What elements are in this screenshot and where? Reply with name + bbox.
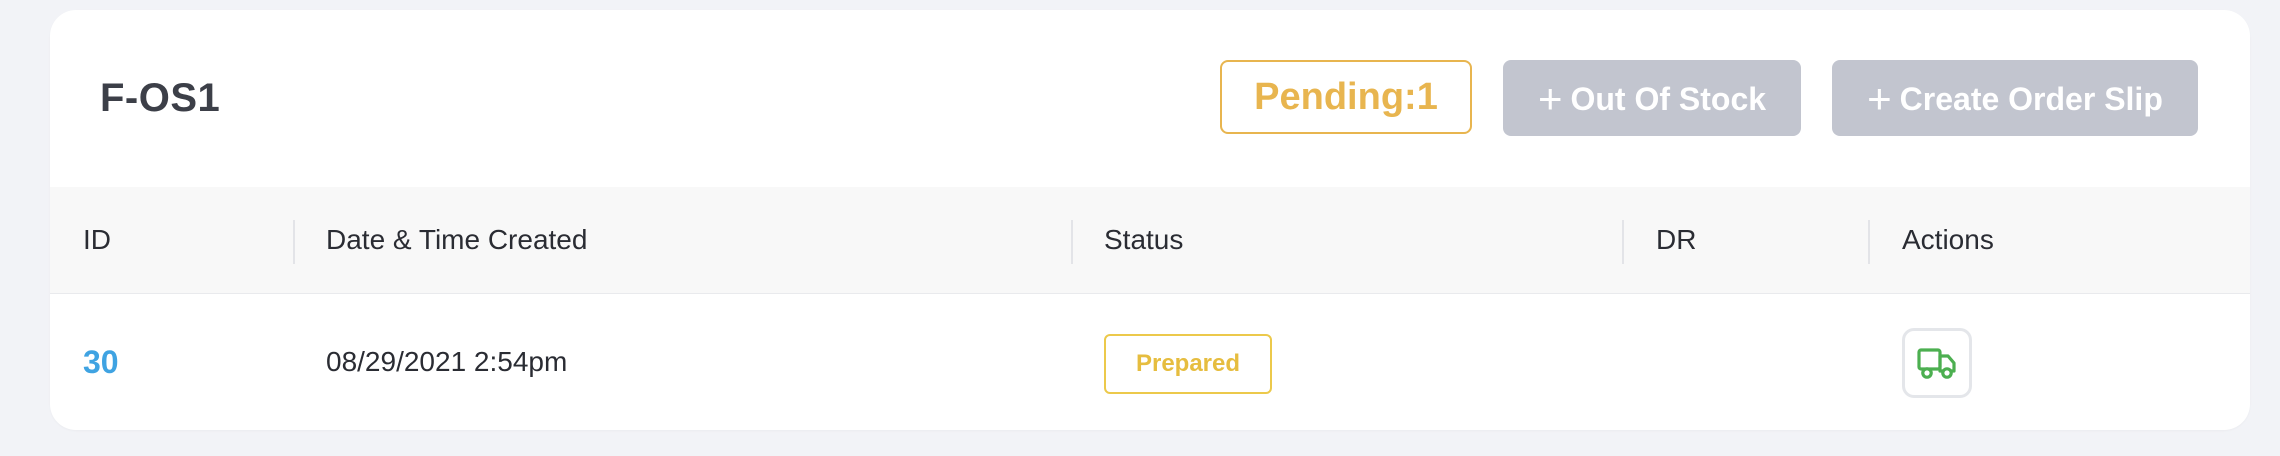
column-divider xyxy=(293,220,295,264)
card-header: F-OS1 Pending:1 + Out Of Stock + Create Or… xyxy=(50,10,2250,187)
out-of-stock-button[interactable]: + Out Of Stock xyxy=(1503,60,1801,136)
create-order-slip-label: Create Order Slip xyxy=(1899,81,2163,117)
table-row: 30 08/29/2021 2:54pm Prepared xyxy=(50,294,2250,430)
plus-icon: + xyxy=(1867,75,1892,122)
row-id-cell: 30 xyxy=(83,294,119,430)
plus-icon: + xyxy=(1537,75,1563,122)
page-title: F-OS1 xyxy=(100,76,221,120)
column-header-actions: Actions xyxy=(1902,224,1994,255)
deliver-action-button[interactable] xyxy=(1902,328,1972,398)
column-header-id[interactable]: ID xyxy=(83,187,111,293)
column-header-status[interactable]: Status xyxy=(1104,187,1183,293)
column-divider xyxy=(1071,220,1073,264)
table-header: ID Date & Time Created Status DR Actions xyxy=(50,187,2250,294)
column-divider xyxy=(1868,220,1870,264)
order-id-link[interactable]: 30 xyxy=(83,344,119,380)
create-order-slip-button[interactable]: + Create Order Slip xyxy=(1832,60,2198,136)
status-badge: Prepared xyxy=(1104,334,1272,394)
pending-count-badge[interactable]: Pending:1 xyxy=(1220,60,1472,134)
column-header-date-created[interactable]: Date & Time Created xyxy=(326,187,587,293)
out-of-stock-label: Out Of Stock xyxy=(1570,81,1767,117)
column-divider xyxy=(1622,220,1624,264)
row-date-created: 08/29/2021 2:54pm xyxy=(326,346,568,377)
column-header-dr[interactable]: DR xyxy=(1656,187,1696,293)
truck-icon xyxy=(1917,348,1956,379)
order-card: F-OS1 Pending:1 + Out Of Stock + Create Or… xyxy=(50,10,2250,430)
